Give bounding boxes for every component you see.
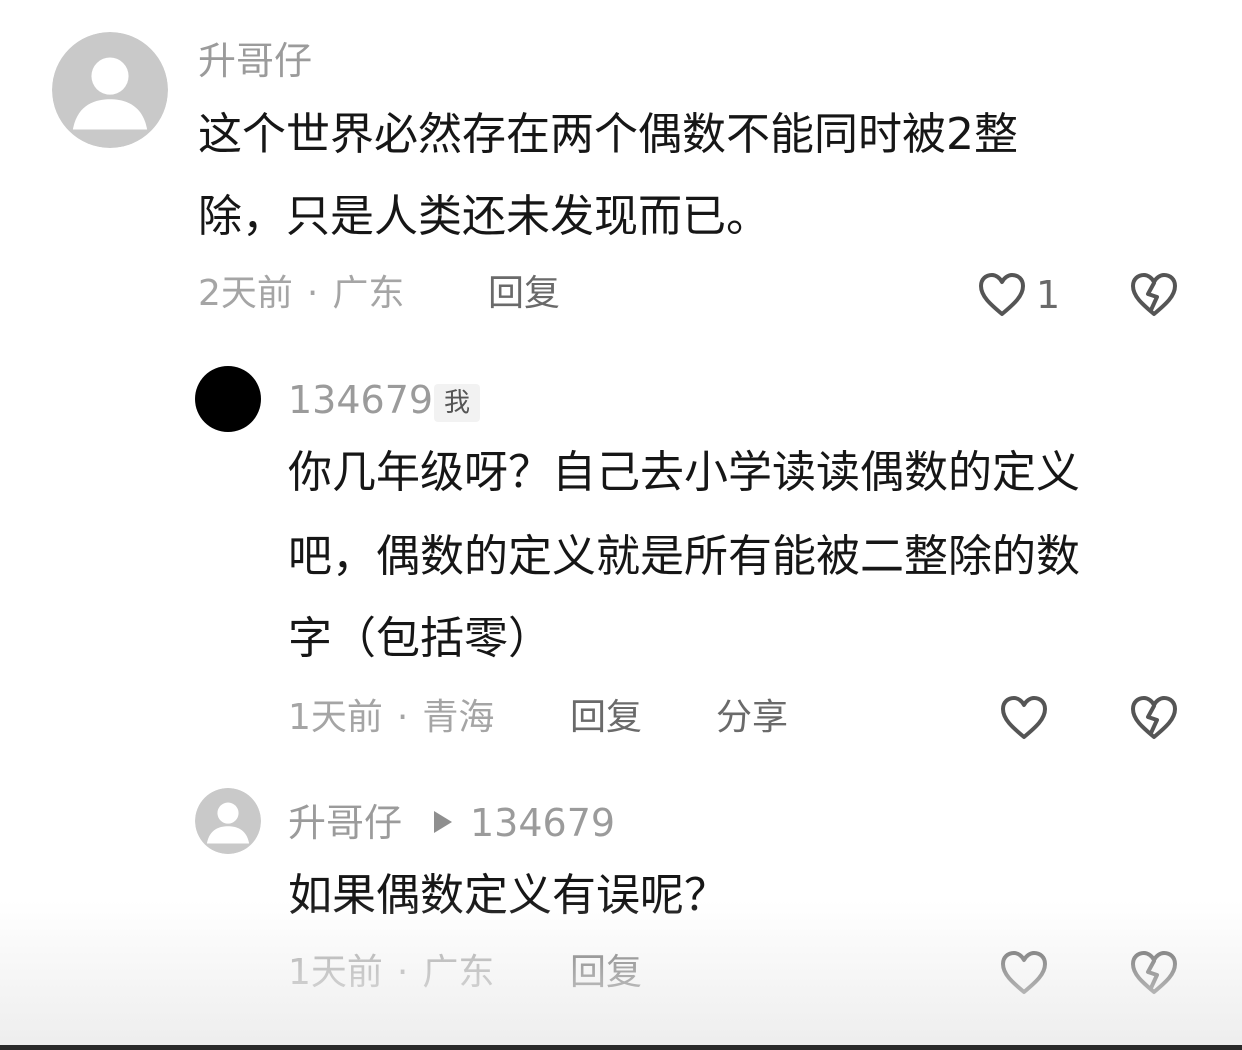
reply-to-username[interactable]: 134679 (470, 804, 615, 842)
comment-text-line: 你几年级呀？自己去小学读读偶数的定义 (288, 447, 1080, 498)
comment-time: 2天前 (198, 273, 293, 314)
avatar[interactable] (195, 788, 261, 854)
separator-dot: · (396, 952, 409, 993)
comment-time: 1天前 (288, 952, 383, 993)
comment-username[interactable]: 134679 (288, 381, 433, 419)
comment-text-line: 吧，偶数的定义就是所有能被二整除的数 (288, 531, 1080, 582)
heart-icon[interactable] (998, 948, 1050, 998)
comment-text-line: 字（包括零） (288, 613, 552, 664)
comment-text-line: 除，只是人类还未发现而已。 (198, 191, 770, 242)
broken-heart-icon[interactable] (1128, 948, 1180, 998)
separator-dot: · (306, 273, 319, 314)
comment-meta: 1天前 · 青海 (288, 700, 494, 736)
default-avatar-icon (52, 32, 168, 148)
comment-location: 广东 (332, 273, 405, 314)
reply-button[interactable]: 回复 (570, 700, 642, 736)
me-badge: 我 (434, 384, 481, 422)
separator-dot: · (396, 697, 409, 738)
comment-text-line: 如果偶数定义有误呢？ (288, 870, 728, 921)
comment-location: 青海 (422, 697, 495, 738)
comment-username[interactable]: 升哥仔 (198, 42, 312, 80)
avatar[interactable] (195, 366, 261, 432)
heart-icon[interactable] (998, 693, 1050, 743)
comment-location: 广东 (422, 952, 495, 993)
comment-meta: 2天前 · 广东 (198, 276, 404, 312)
bottom-edge (0, 1045, 1242, 1050)
like-count: 1 (1036, 273, 1061, 317)
default-avatar-icon (195, 788, 261, 854)
reply-button[interactable]: 回复 (488, 276, 560, 312)
comment-time: 1天前 (288, 697, 383, 738)
heart-icon[interactable] (976, 270, 1028, 320)
share-button[interactable]: 分享 (716, 700, 788, 736)
reply-arrow-icon (434, 811, 452, 833)
broken-heart-icon[interactable] (1128, 270, 1180, 320)
comment-text-line: 这个世界必然存在两个偶数不能同时被2整 (198, 109, 1018, 160)
comment-meta: 1天前 · 广东 (288, 955, 494, 991)
reply-button[interactable]: 回复 (570, 955, 642, 991)
comment-username[interactable]: 升哥仔 (288, 804, 402, 842)
avatar[interactable] (52, 32, 168, 148)
broken-heart-icon[interactable] (1128, 693, 1180, 743)
